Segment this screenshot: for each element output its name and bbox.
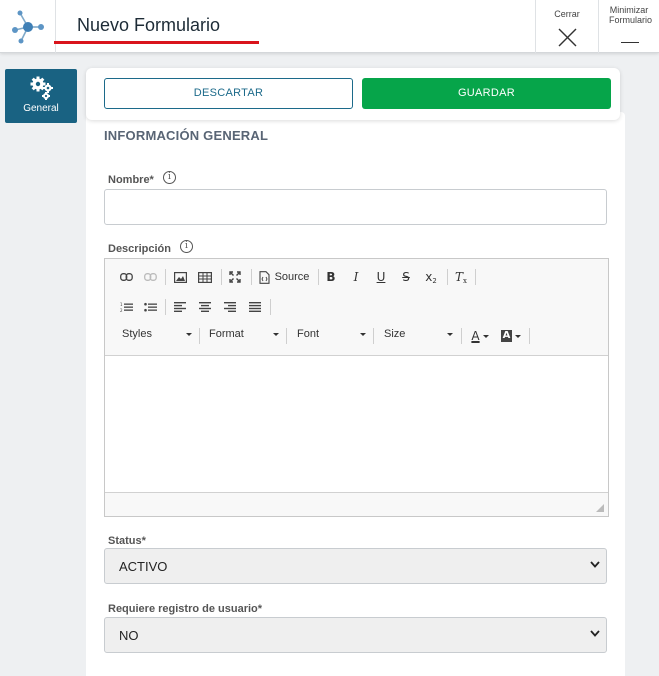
table-icon[interactable] — [197, 270, 213, 284]
image-icon[interactable] — [172, 270, 188, 284]
user-registration-select[interactable]: NO — [104, 617, 607, 653]
section-title: INFORMACIÓN GENERAL — [104, 128, 269, 143]
name-label: Nombre* — [108, 174, 154, 186]
toolbar-separator — [529, 328, 530, 344]
align-left-icon[interactable] — [172, 300, 188, 314]
italic-button[interactable]: I — [348, 269, 364, 285]
toolbar-separator — [221, 269, 222, 285]
title-underline — [54, 41, 259, 44]
background-color-icon: A — [500, 330, 513, 342]
text-color-button[interactable]: A — [469, 328, 491, 344]
chevron-down-icon — [482, 334, 489, 338]
status-select[interactable]: ACTIVO — [104, 548, 607, 584]
resize-handle[interactable] — [596, 504, 604, 512]
app-logo[interactable] — [0, 0, 56, 53]
subscript-button[interactable]: x2 — [423, 269, 439, 285]
align-center-icon[interactable] — [197, 300, 213, 314]
text-color-icon: A — [471, 329, 480, 343]
toolbar-separator — [373, 328, 374, 344]
network-logo-icon — [11, 10, 44, 43]
svg-text:2: 2 — [120, 308, 123, 313]
underline-button[interactable]: U — [373, 269, 389, 285]
source-button[interactable]: Source — [257, 270, 311, 284]
close-button[interactable]: Cerrar — [535, 0, 598, 53]
format-label: Format — [209, 328, 244, 340]
status-label: Status* — [108, 535, 146, 547]
toolbar-separator — [251, 269, 252, 285]
sidebar-item-label: General — [23, 103, 59, 114]
page-title: Nuevo Formulario — [77, 15, 221, 35]
chevron-down-icon — [186, 333, 192, 336]
user-registration-label: Requiere registro de usuario* — [108, 603, 263, 615]
bold-button[interactable]: B — [323, 269, 339, 285]
chevron-down-icon — [590, 561, 600, 568]
discard-button[interactable]: DESCARTAR — [104, 78, 353, 109]
remove-format-button[interactable]: Tx — [453, 269, 469, 285]
size-dropdown[interactable]: Size — [384, 328, 456, 344]
numbered-list-icon[interactable]: 12 — [118, 300, 134, 314]
font-dropdown[interactable]: Font — [297, 328, 369, 344]
rich-text-editor: Source B I U S x2 Tx 12 Styles Format Fo… — [104, 258, 609, 517]
svg-text:1: 1 — [120, 302, 123, 307]
info-icon[interactable]: i — [163, 171, 176, 184]
sidebar-item-general[interactable]: General — [5, 69, 77, 123]
toolbar-separator — [199, 328, 200, 344]
action-bar: DESCARTAR GUARDAR — [86, 68, 620, 120]
maximize-icon[interactable] — [227, 270, 243, 284]
toolbar-separator — [270, 299, 271, 315]
styles-label: Styles — [122, 328, 152, 340]
source-icon — [259, 270, 270, 284]
bulleted-list-icon[interactable] — [142, 300, 158, 314]
editor-footer — [105, 492, 608, 516]
app-header: Nuevo Formulario Cerrar Minimizar Formul… — [0, 0, 659, 53]
align-right-icon[interactable] — [222, 300, 238, 314]
editor-toolbar: Source B I U S x2 Tx 12 Styles Format Fo… — [105, 259, 608, 356]
description-label: Descripción — [108, 243, 171, 255]
source-label: Source — [274, 271, 310, 283]
save-button[interactable]: GUARDAR — [362, 78, 611, 109]
editor-content-area[interactable] — [105, 356, 608, 492]
size-label: Size — [384, 328, 406, 340]
align-justify-icon[interactable] — [247, 300, 263, 314]
info-icon[interactable]: i — [180, 240, 193, 253]
gears-icon — [30, 76, 53, 100]
chevron-down-icon — [515, 334, 522, 338]
toolbar-separator — [461, 328, 462, 344]
minimize-button[interactable]: Minimizar Formulario — [598, 0, 659, 53]
close-icon — [558, 28, 577, 47]
format-dropdown[interactable]: Format — [209, 328, 281, 344]
minimize-icon — [621, 42, 639, 43]
background-color-button[interactable]: A — [499, 328, 523, 344]
unlink-icon[interactable] — [142, 270, 158, 284]
toolbar-separator — [318, 269, 319, 285]
chevron-down-icon — [360, 333, 366, 336]
chevron-down-icon — [447, 333, 453, 336]
name-input[interactable] — [104, 189, 607, 225]
toolbar-separator — [447, 269, 448, 285]
chevron-down-icon — [590, 630, 600, 637]
toolbar-separator — [165, 299, 166, 315]
link-icon[interactable] — [118, 270, 134, 284]
styles-dropdown[interactable]: Styles — [122, 328, 194, 344]
minimize-label: Minimizar Formulario — [609, 5, 653, 25]
close-label: Cerrar — [554, 9, 580, 19]
chevron-down-icon — [273, 333, 279, 336]
status-value: ACTIVO — [119, 559, 168, 574]
toolbar-separator — [286, 328, 287, 344]
user-registration-value: NO — [119, 628, 139, 643]
toolbar-separator — [165, 269, 166, 285]
font-label: Font — [297, 328, 320, 340]
strikethrough-button[interactable]: S — [398, 269, 414, 285]
toolbar-separator — [475, 269, 476, 285]
